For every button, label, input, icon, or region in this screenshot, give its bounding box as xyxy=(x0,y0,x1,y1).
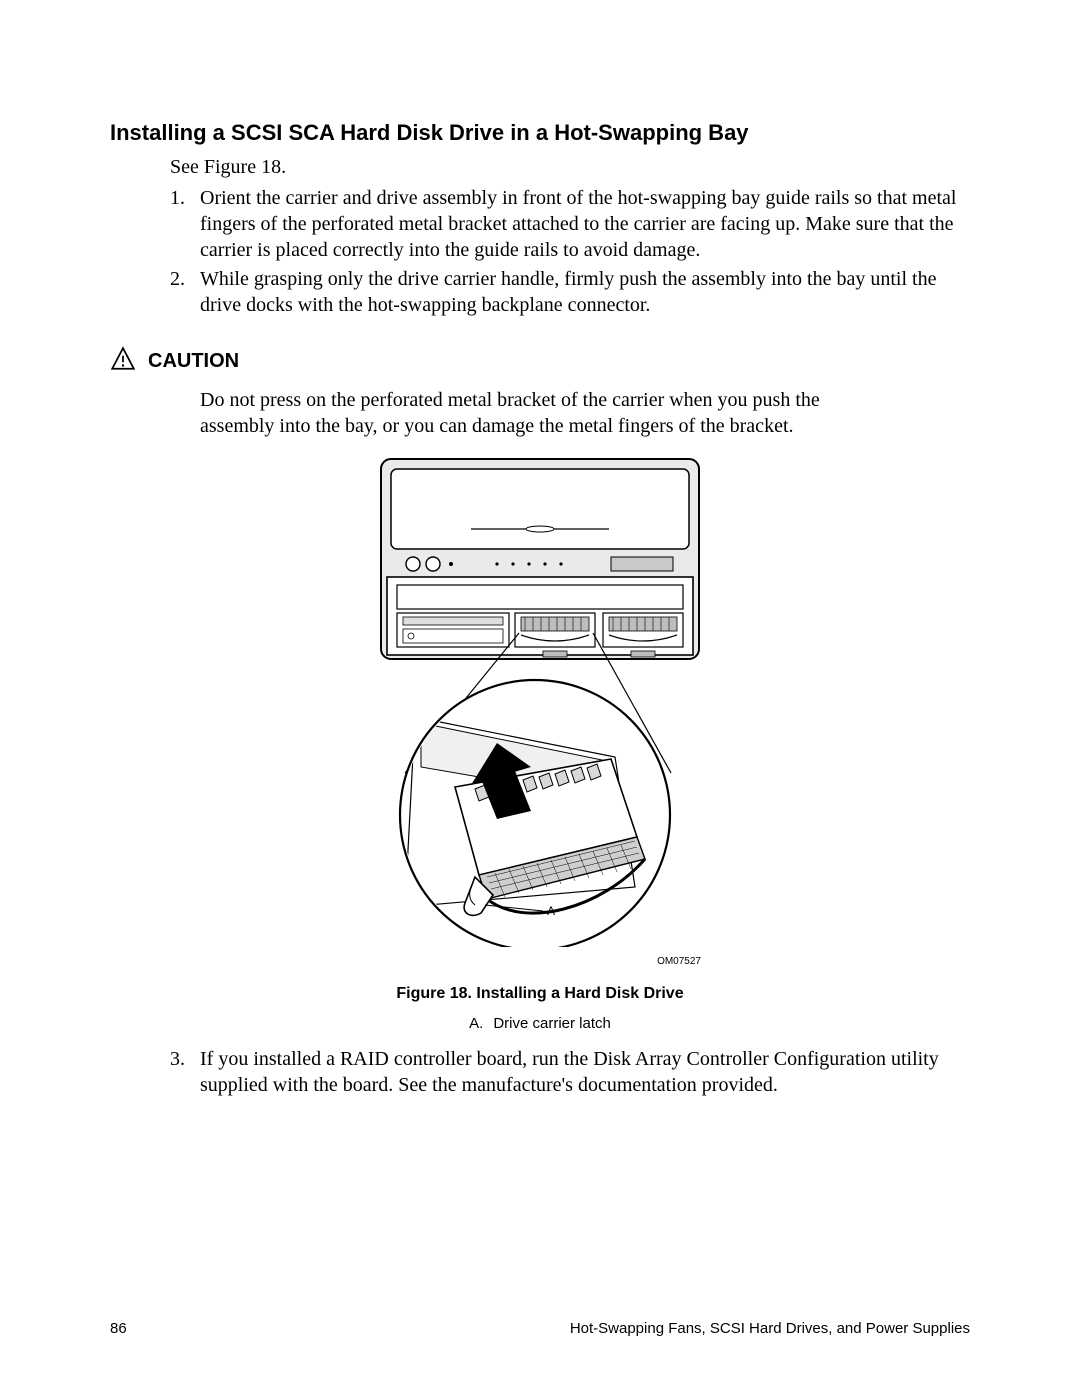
figure-legend: A. Drive carrier latch xyxy=(469,1015,611,1032)
list-item: 2. While grasping only the drive carrier… xyxy=(170,266,970,318)
caution-icon xyxy=(110,346,136,377)
step-list-top: 1. Orient the carrier and drive assembly… xyxy=(170,185,970,318)
step-number: 1. xyxy=(170,185,200,263)
step-text: While grasping only the drive carrier ha… xyxy=(200,266,970,318)
list-item: 1. Orient the carrier and drive assembly… xyxy=(170,185,970,263)
list-item: 3. If you installed a RAID controller bo… xyxy=(170,1046,970,1098)
figure-ref: OM07527 xyxy=(375,956,701,967)
section-heading: Installing a SCSI SCA Hard Disk Drive in… xyxy=(110,120,970,146)
footer-section: Hot-Swapping Fans, SCSI Hard Drives, and… xyxy=(570,1320,970,1337)
caution-label: CAUTION xyxy=(148,350,239,373)
step-text: Orient the carrier and drive assembly in… xyxy=(200,185,970,263)
caution-body: Do not press on the perforated metal bra… xyxy=(200,387,840,439)
intro-text: See Figure 18. xyxy=(170,156,970,179)
step-number: 2. xyxy=(170,266,200,318)
step-list-bottom: 3. If you installed a RAID controller bo… xyxy=(170,1046,970,1098)
caution-heading: CAUTION xyxy=(110,346,970,377)
page-content: Installing a SCSI SCA Hard Disk Drive in… xyxy=(0,0,1080,1098)
legend-letter: A. xyxy=(469,1015,483,1032)
step-text: If you installed a RAID controller board… xyxy=(200,1046,970,1098)
figure-illustration: A OM07527 xyxy=(375,457,705,967)
legend-text: Drive carrier latch xyxy=(493,1015,611,1032)
callout-label: A xyxy=(547,904,555,918)
figure: A OM07527 Figure 18. Installing a Hard D… xyxy=(110,457,970,1042)
figure-caption: Figure 18. Installing a Hard Disk Drive xyxy=(396,985,683,1003)
page-number: 86 xyxy=(110,1320,127,1337)
page-footer: 86 Hot-Swapping Fans, SCSI Hard Drives, … xyxy=(110,1320,970,1337)
step-number: 3. xyxy=(170,1046,200,1098)
